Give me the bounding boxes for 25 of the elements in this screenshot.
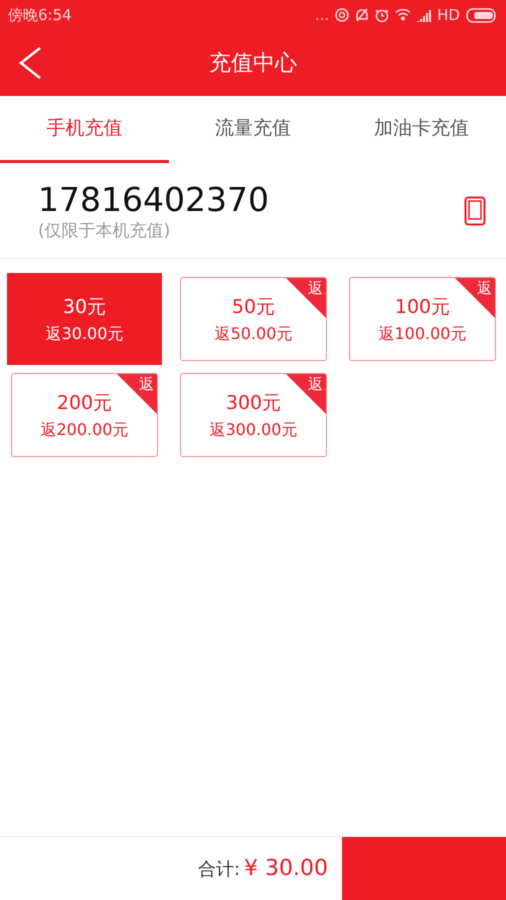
battery-icon xyxy=(466,8,498,22)
phone-icon[interactable] xyxy=(464,196,486,226)
status-time: 傍晚6:54 xyxy=(8,6,72,24)
rebate-tag: 返 xyxy=(455,278,495,318)
muted-bell-icon xyxy=(355,8,370,22)
phone-note: (仅限于本机充值) xyxy=(38,220,172,242)
rebate-tag: 返 xyxy=(286,374,326,414)
back-icon[interactable] xyxy=(18,46,42,80)
more-notifications: ... xyxy=(314,6,330,24)
phone-number: 17816402370 xyxy=(38,180,270,218)
total-amount: ¥ 30.00 xyxy=(244,856,328,881)
amount-option[interactable]: 30元 返30.00元 xyxy=(7,273,162,365)
amount-option[interactable]: 200元 返200.00元 返 xyxy=(11,373,158,457)
amount-option[interactable]: 50元 返50.00元 返 xyxy=(180,277,327,361)
alarm-icon xyxy=(375,8,390,22)
page-title: 充值中心 xyxy=(209,51,297,76)
amount-option[interactable]: 300元 返300.00元 返 xyxy=(180,373,327,457)
signal-icon xyxy=(417,8,432,22)
total-label: 合计: xyxy=(198,858,240,880)
rebate-tag: 返 xyxy=(286,278,326,318)
target-icon xyxy=(335,8,350,22)
rebate-tag: 返 xyxy=(117,374,157,414)
network-type: HD xyxy=(437,6,460,24)
amount-option[interactable]: 100元 返100.00元 返 xyxy=(349,277,496,361)
wifi-icon xyxy=(395,9,412,21)
